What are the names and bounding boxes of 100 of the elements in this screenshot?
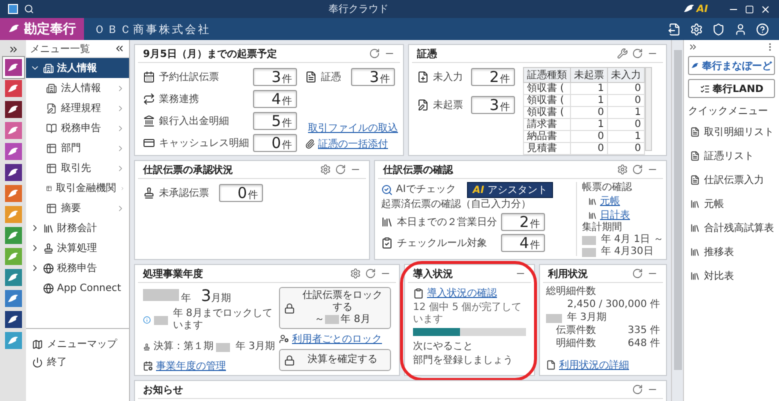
quick-menu-item[interactable]: 証憑リスト — [688, 146, 775, 166]
bird-icon — [7, 188, 19, 198]
menu-footer-item[interactable]: メニューマップ — [26, 335, 129, 353]
menu-item[interactable]: 決算処理 — [26, 238, 129, 258]
submenu-item[interactable]: 部門 — [26, 138, 129, 158]
report-link[interactable]: 元帳 — [600, 194, 620, 208]
refresh-icon[interactable] — [335, 164, 346, 175]
app-tile[interactable] — [4, 206, 22, 223]
menu-item[interactable]: 法人情報 — [26, 58, 129, 78]
app-tile[interactable] — [4, 227, 22, 244]
settings-icon[interactable] — [350, 268, 361, 279]
quick-menu-item[interactable]: 対比表 — [688, 266, 775, 286]
user-icon — [279, 334, 289, 344]
app-tile[interactable] — [4, 80, 22, 97]
table-cell: 0 — [608, 142, 644, 154]
quick-menu-item[interactable]: 推移表 — [688, 242, 775, 262]
submenu-item[interactable]: 取引先 — [26, 158, 129, 178]
count-display: 0件 — [219, 184, 263, 202]
refresh-icon[interactable] — [632, 164, 643, 175]
wrench-icon[interactable] — [617, 48, 628, 59]
bird-icon — [7, 252, 19, 262]
submenu-item[interactable]: 経理規程 — [26, 98, 129, 118]
refresh-icon[interactable] — [632, 268, 643, 279]
usage-value: 648 件 — [628, 338, 660, 350]
document-icon — [690, 127, 700, 137]
settings-icon[interactable] — [320, 164, 331, 175]
submenu-item[interactable]: 税務申告 — [26, 118, 129, 138]
menu-item[interactable]: App Connect — [26, 278, 129, 298]
menu-item[interactable]: 財務会計 — [26, 218, 129, 238]
year-label: 年 — [181, 293, 191, 305]
settings-icon[interactable] — [617, 164, 628, 175]
redaction-bar — [324, 314, 339, 324]
submenu-item[interactable]: 法人情報 — [26, 78, 129, 98]
portal-button[interactable]: 奉行LAND — [688, 79, 775, 98]
company-name: ＯＢＣ商事株式会社 — [94, 22, 212, 36]
refresh-icon[interactable] — [365, 268, 376, 279]
chevron-right-icon — [116, 164, 125, 172]
scrollbar[interactable] — [671, 40, 683, 401]
counter-label: 予約仕訳伝票 — [159, 70, 220, 84]
clipboard-check-icon — [381, 237, 393, 249]
report-link[interactable]: 日計表 — [600, 208, 630, 222]
usage-link[interactable]: 利用状況の詳細 — [559, 358, 629, 372]
redaction-bar — [546, 314, 562, 322]
app-tile[interactable] — [4, 59, 22, 76]
shield-icon[interactable] — [712, 22, 725, 36]
paperclip-icon — [305, 139, 315, 149]
app-tile[interactable] — [4, 248, 22, 265]
app-tile[interactable] — [4, 164, 22, 181]
refresh-icon[interactable] — [632, 48, 643, 59]
refresh-icon[interactable] — [369, 48, 380, 59]
search-icon[interactable] — [24, 4, 34, 14]
ai-assistant-button[interactable]: AI アシスタント — [466, 182, 554, 198]
app-tile[interactable] — [4, 101, 22, 118]
panel-link[interactable]: 取引ファイルの取込 — [308, 121, 398, 135]
books-icon — [690, 271, 700, 281]
app-tile[interactable] — [4, 290, 22, 307]
table-cell: 0 — [570, 142, 608, 154]
refresh-icon[interactable] — [632, 384, 643, 395]
lock-button[interactable]: 仕訳伝票をロックする ～ 年 8月 — [279, 287, 391, 329]
quick-menu-item[interactable]: 取引明細リスト — [688, 122, 775, 142]
user-icon[interactable] — [734, 22, 747, 36]
menu-item[interactable]: 税務申告 — [26, 258, 129, 278]
submenu-item[interactable]: 摘要 — [26, 198, 129, 218]
period-date: 年 4月30日 — [601, 246, 654, 258]
table-icon — [46, 142, 57, 154]
scrollbar[interactable] — [645, 67, 652, 151]
close-icon[interactable] — [760, 4, 771, 14]
user-lock-link[interactable]: 利用者ごとのロック — [292, 332, 382, 346]
books-icon — [43, 222, 54, 234]
expand-icon[interactable] — [688, 42, 698, 52]
app-tile[interactable] — [4, 332, 22, 349]
panel-link[interactable]: 証憑の一括添付 — [318, 137, 388, 151]
close-period-button[interactable]: 決算を確定する — [279, 349, 391, 371]
expand-icon[interactable] — [8, 44, 18, 55]
quick-menu-item[interactable]: 仕訳伝票入力 — [688, 170, 775, 190]
app-tile[interactable] — [4, 185, 22, 202]
app-tile[interactable] — [4, 143, 22, 160]
manage-link[interactable]: 事業年度の管理 — [156, 359, 226, 373]
book-icon — [46, 122, 57, 134]
status-link[interactable]: 導入状況の確認 — [427, 286, 497, 300]
count-display: 2 件 — [471, 68, 515, 86]
counter-label: 本日までの２営業日分 — [397, 216, 497, 229]
collapse-icon[interactable] — [114, 43, 125, 54]
document-icon — [305, 71, 317, 83]
maximize-icon[interactable] — [745, 4, 754, 14]
quick-menu-item[interactable]: 元帳 — [688, 194, 775, 214]
count-display: 3件 — [471, 96, 515, 114]
bird-icon — [7, 336, 19, 346]
help-icon[interactable] — [756, 22, 769, 36]
app-tile[interactable] — [4, 311, 22, 328]
period-date: 年 4月 1日 ～ — [601, 234, 664, 246]
table-icon — [46, 162, 57, 174]
panel-title: お知らせ — [143, 384, 184, 396]
portal-button[interactable]: 奉行まなぼーど — [688, 56, 775, 75]
app-tile[interactable] — [4, 269, 22, 286]
export-icon[interactable] — [668, 22, 681, 36]
submenu-item[interactable]: 取引金融機関 — [26, 178, 129, 198]
quick-menu-item[interactable]: 合計残高試算表 — [688, 218, 775, 238]
menu-footer-item[interactable]: 終了 — [26, 353, 129, 371]
app-tile[interactable] — [4, 122, 22, 139]
